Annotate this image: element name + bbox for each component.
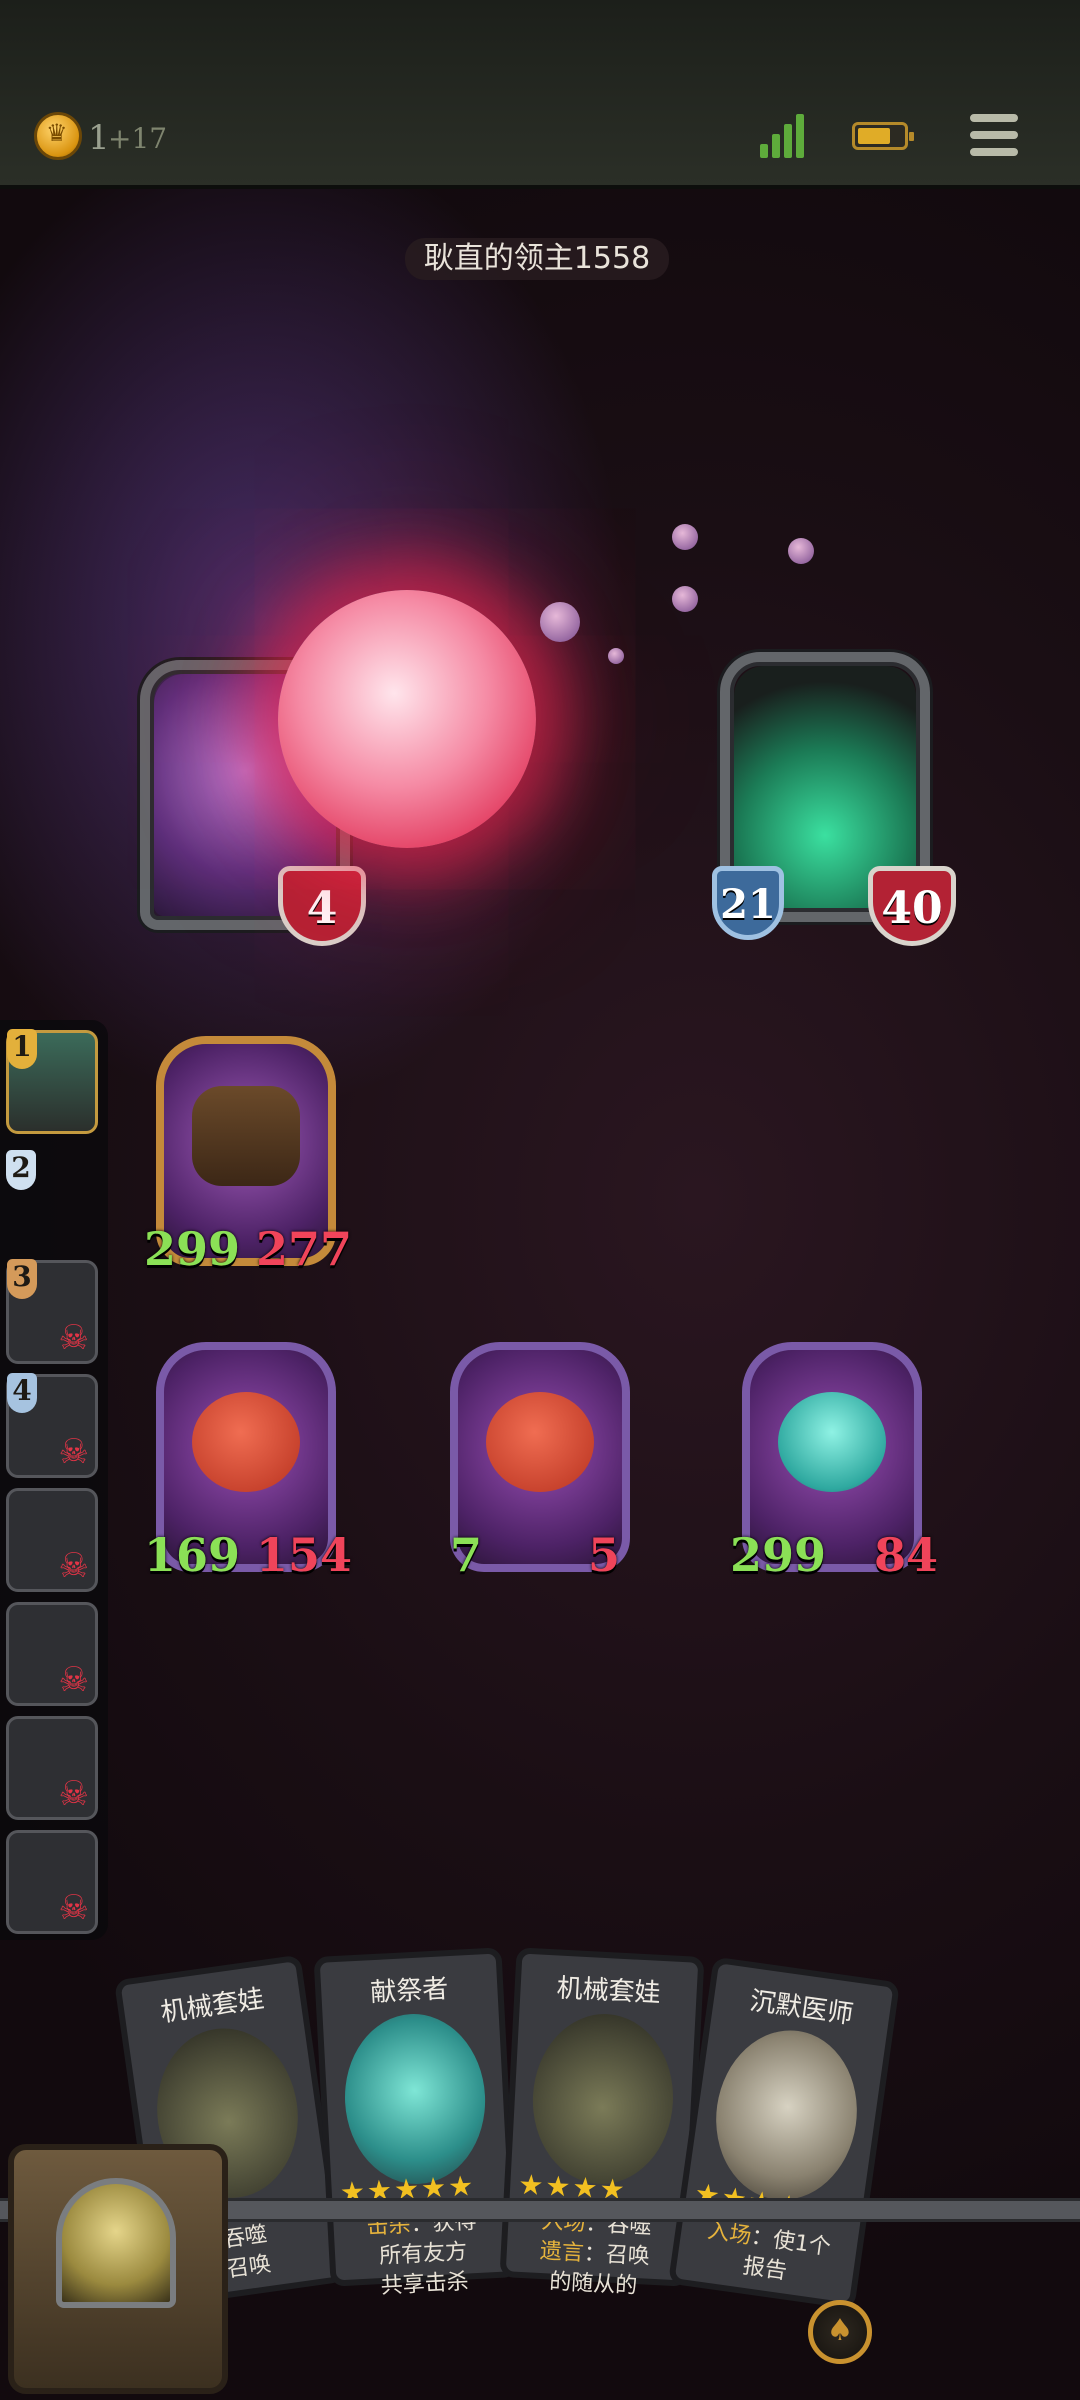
card-art <box>340 2010 490 2188</box>
queue-slot-4[interactable]: 4 ☠ <box>6 1373 98 1478</box>
front-minion[interactable]: 299 277 <box>144 1036 352 1276</box>
skull-icon: ☠ <box>58 1318 89 1358</box>
minion-health: 154 <box>255 1528 352 1582</box>
queue-number: 3 <box>7 1259 37 1299</box>
spark <box>672 586 698 612</box>
coin-icon <box>34 112 82 160</box>
blood-moon-orb <box>278 590 536 848</box>
skull-icon: ☠ <box>58 1888 89 1928</box>
minion-attack: 169 <box>144 1528 241 1582</box>
card-title: 机械套娃 <box>555 1973 662 2009</box>
minion-portrait <box>192 1086 300 1186</box>
opponent-name: 耿直的领主1558 <box>405 238 669 280</box>
board-minion[interactable]: 169 154 <box>144 1342 352 1582</box>
armor-shield: 21 <box>712 866 784 940</box>
signal-icon <box>760 112 810 158</box>
spark <box>608 648 624 664</box>
minion-health: 5 <box>587 1528 620 1582</box>
health-shield: 40 <box>868 866 956 946</box>
menu-icon[interactable] <box>970 112 1024 158</box>
card-art <box>528 2010 678 2188</box>
minion-health: 277 <box>255 1222 352 1276</box>
spark <box>788 538 814 564</box>
card-title: 沉默医师 <box>747 1986 856 2031</box>
hand-card[interactable]: 沉默医师 ★★★★★ 入场：使1个 报告 <box>667 1956 901 2310</box>
skull-icon: ☠ <box>58 1546 89 1586</box>
board-minion[interactable]: 299 84 <box>730 1342 938 1582</box>
coin-count: 1 <box>88 118 110 158</box>
card-title: 献祭者 <box>369 1974 450 2009</box>
card-title: 机械套娃 <box>158 1984 267 2029</box>
queue-slot-8[interactable]: ☠ <box>6 1830 98 1934</box>
battery-icon <box>852 122 914 150</box>
hero-power-icon[interactable]: ♠ <box>808 2300 872 2364</box>
minion-health: 84 <box>873 1528 938 1582</box>
spark <box>672 524 698 550</box>
turn-queue: 1 2 3 ☠ 4 ☠ ☠ ☠ ☠ ☠ <box>0 1020 108 1940</box>
opponent-hero-right[interactable]: 21 40 <box>712 652 956 946</box>
board-minion[interactable]: 7 5 <box>450 1342 630 1582</box>
queue-slot-6[interactable]: ☠ <box>6 1602 98 1706</box>
spark <box>540 602 580 642</box>
minion-attack: 299 <box>144 1222 241 1276</box>
health-shield: 4 <box>278 866 366 946</box>
minion-portrait <box>486 1392 594 1492</box>
queue-slot-1[interactable]: 1 <box>6 1029 98 1134</box>
player-deck[interactable] <box>8 2144 228 2394</box>
queue-slot-3[interactable]: 3 ☠ <box>6 1259 98 1364</box>
hand-card[interactable]: 献祭者 ★★★★★ 击杀：获得 所有友方 共享击杀 <box>313 1947 519 2299</box>
minion-portrait <box>192 1392 300 1492</box>
queue-number: 1 <box>7 1029 37 1069</box>
coin-bonus: +17 <box>108 122 168 155</box>
minion-attack: 7 <box>450 1528 483 1582</box>
queue-slot-5[interactable]: ☠ <box>6 1488 98 1592</box>
queue-number: 2 <box>6 1150 36 1190</box>
queue-slot-7[interactable]: ☠ <box>6 1716 98 1820</box>
top-bar: 1 +17 <box>0 0 1080 189</box>
skull-icon: ☠ <box>58 1774 89 1814</box>
minion-portrait <box>778 1392 886 1492</box>
queue-number: 4 <box>7 1373 37 1413</box>
minion-attack: 299 <box>730 1528 827 1582</box>
skull-icon: ☠ <box>58 1432 89 1472</box>
skull-icon: ☠ <box>58 1660 89 1700</box>
player-portrait <box>56 2178 176 2308</box>
